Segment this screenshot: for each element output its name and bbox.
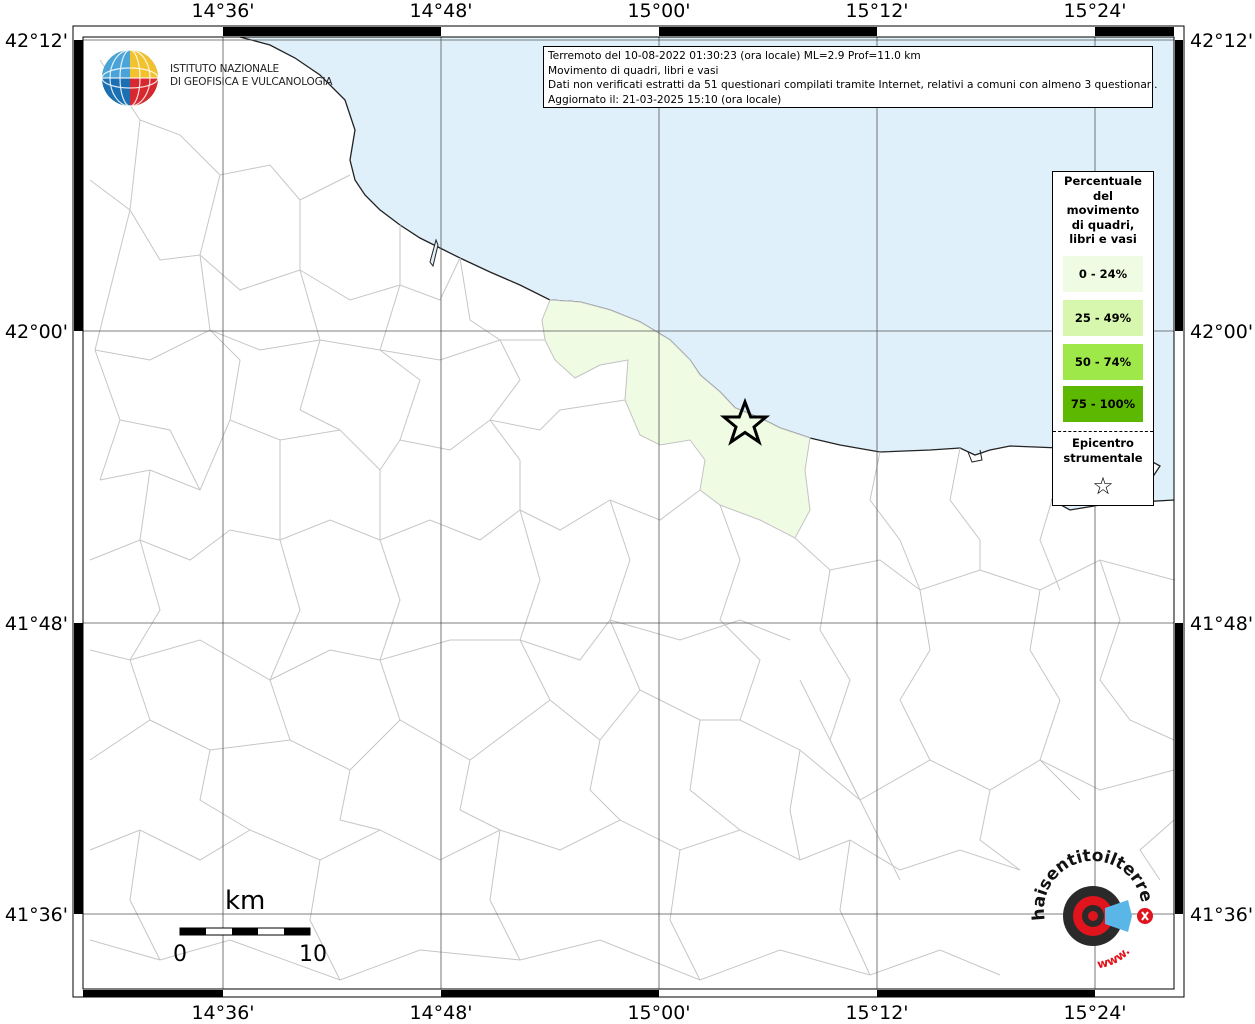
scale-bar <box>179 927 311 936</box>
lat-label-right: 41°36' <box>1190 904 1253 926</box>
data-note: Dati non verificati estratti da 51 quest… <box>548 79 1158 91</box>
legend-epicentre-label: Epicentro strumentale <box>1063 436 1143 465</box>
lat-label-left: 41°48' <box>5 613 68 635</box>
map-subject: Movimento di quadri, libri e vasi <box>548 64 719 77</box>
legend-title: Percentuale del movimento di quadri, lib… <box>1064 174 1142 246</box>
lon-label-top: 14°36' <box>191 0 254 22</box>
legend-class-50-74: 50 - 74% <box>1063 344 1143 380</box>
lon-label-top: 15°12' <box>845 0 908 22</box>
lon-label-bottom: 15°00' <box>627 1002 690 1024</box>
legend-class-75-100: 75 - 100% <box>1063 386 1143 422</box>
legend-class-25-49: 25 - 49% <box>1063 300 1143 336</box>
lon-label-top: 15°24' <box>1063 0 1126 22</box>
ingv-logo-text: ISTITUTO NAZIONALE DI GEOFISICA E VULCAN… <box>170 63 333 88</box>
lat-label-left: 42°12' <box>5 30 68 52</box>
lon-label-bottom: 15°24' <box>1063 1002 1126 1024</box>
lon-label-bottom: 14°36' <box>191 1002 254 1024</box>
scale-max: 10 <box>299 942 327 967</box>
lat-label-right: 42°00' <box>1190 321 1253 343</box>
event-info-box: Terremoto del 10-08-2022 01:30:23 (ora l… <box>543 46 1158 108</box>
lat-label-right: 42°12' <box>1190 30 1253 52</box>
legend-star-icon: ☆ <box>1092 472 1114 500</box>
update-time: Aggiornato il: 21-03-2025 15:10 (ora loc… <box>548 93 782 106</box>
scale-unit: km <box>225 886 266 916</box>
lat-label-left: 42°00' <box>5 321 68 343</box>
legend-divider <box>1053 431 1153 432</box>
lat-label-right: 41°48' <box>1190 613 1253 635</box>
event-title: Terremoto del 10-08-2022 01:30:23 (ora l… <box>548 50 921 62</box>
lon-label-top: 14°48' <box>409 0 472 22</box>
lon-label-bottom: 14°48' <box>409 1002 472 1024</box>
legend-class-0-24: 0 - 24% <box>1063 256 1143 292</box>
lon-label-bottom: 15°12' <box>845 1002 908 1024</box>
legend: Percentuale del movimento di quadri, lib… <box>1052 171 1154 506</box>
lat-label-left: 41°36' <box>5 904 68 926</box>
intensity-map: 14°36' 14°48' 15°00' 15°12' 15°24' 14°36… <box>0 0 1253 1024</box>
lon-label-top: 15°00' <box>627 0 690 22</box>
scale-min: 0 <box>173 942 187 967</box>
